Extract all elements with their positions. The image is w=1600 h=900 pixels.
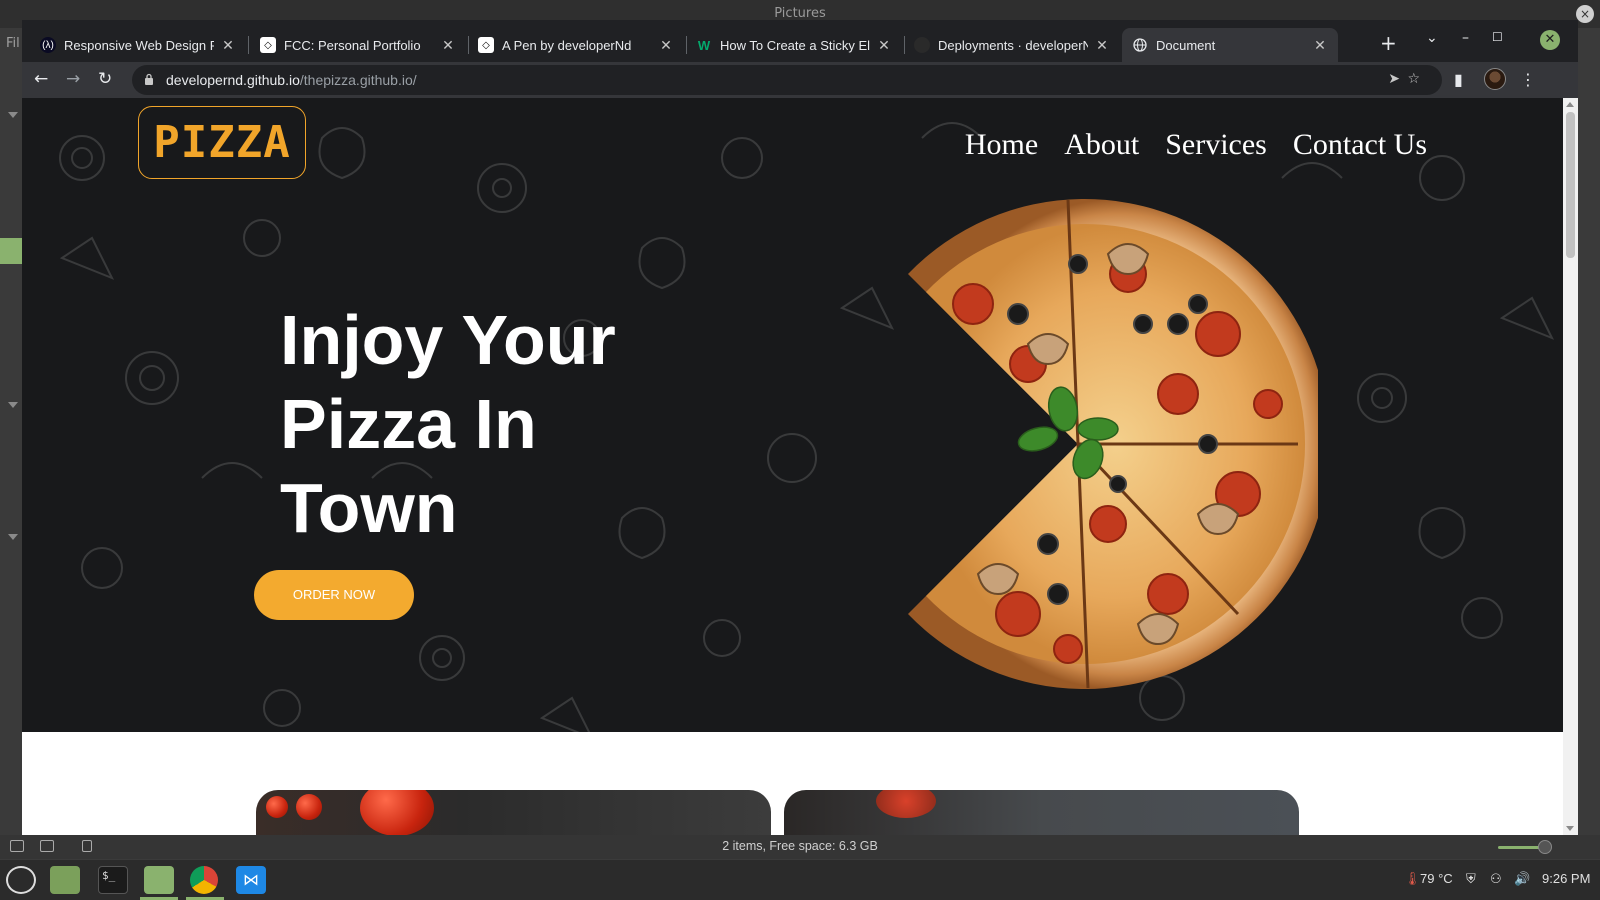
browser-window: (λ) Responsive Web Design Pr ✕ ◇ FCC: Pe… bbox=[22, 20, 1578, 835]
sauce-bowl-decoration bbox=[876, 790, 936, 818]
tomato-decoration bbox=[266, 796, 288, 818]
thermometer-icon: 🌡 bbox=[1404, 871, 1421, 886]
codepen-icon: ◇ bbox=[478, 37, 494, 53]
tab-title: How To Create a Sticky Ele bbox=[720, 37, 870, 53]
send-tab-icon[interactable]: ➤ bbox=[1388, 71, 1400, 87]
menu-card-image bbox=[256, 790, 771, 835]
url-text[interactable]: developernd.github.io/thepizza.github.io… bbox=[166, 72, 417, 88]
tab-title: Responsive Web Design Pr bbox=[64, 37, 214, 53]
tab-title: Deployments · developerN bbox=[938, 37, 1088, 53]
pizza-image bbox=[908, 199, 1318, 689]
site-logo[interactable]: PIZZA bbox=[138, 106, 306, 179]
tab-title: Document bbox=[1156, 37, 1216, 53]
zoom-slider-handle[interactable] bbox=[1538, 840, 1552, 854]
lock-icon[interactable] bbox=[144, 73, 154, 85]
shield-icon[interactable]: ⛨ bbox=[1466, 871, 1476, 887]
close-tab-icon[interactable]: ✕ bbox=[440, 37, 456, 54]
address-bar[interactable]: developernd.github.io/thepizza.github.io… bbox=[132, 65, 1442, 95]
file-manager-menu-label[interactable]: Fil bbox=[6, 36, 20, 51]
temperature-readout[interactable]: 79 °C bbox=[1420, 871, 1453, 886]
file-manager-close-button[interactable]: × bbox=[1576, 5, 1594, 23]
close-tab-icon[interactable]: ✕ bbox=[876, 37, 892, 54]
mint-menu-icon[interactable] bbox=[6, 866, 36, 894]
forward-icon[interactable]: → bbox=[66, 69, 80, 89]
main-nav: Home About Services Contact Us bbox=[965, 128, 1427, 162]
nav-link-about[interactable]: About bbox=[1064, 128, 1139, 162]
tab-fcc-personal-portfolio[interactable]: ◇ FCC: Personal Portfolio ✕ bbox=[250, 28, 466, 62]
files-icon[interactable] bbox=[144, 866, 174, 894]
nav-link-home[interactable]: Home bbox=[965, 128, 1038, 162]
tomato-decoration bbox=[296, 794, 322, 820]
network-icon[interactable]: ⚇ bbox=[1490, 871, 1502, 887]
order-now-button[interactable]: ORDER NOW bbox=[254, 570, 414, 620]
sidebar-collapse-icon[interactable] bbox=[8, 534, 18, 540]
volume-icon[interactable]: 🔊 bbox=[1514, 871, 1530, 887]
codepen-icon: ◇ bbox=[260, 37, 276, 53]
maximize-icon[interactable]: ☐ bbox=[1492, 30, 1503, 44]
taskbar: $_ ⋈ 🌡 79 °C ⛨ ⚇ 🔊 9:26 PM bbox=[0, 859, 1600, 900]
tab-search-icon[interactable]: ⌄ bbox=[1426, 30, 1438, 46]
freecodecamp-icon: (λ) bbox=[40, 37, 56, 53]
show-desktop-icon[interactable] bbox=[50, 866, 80, 894]
browser-toolbar: ← → ↻ developernd.github.io/thepizza.git… bbox=[22, 62, 1578, 98]
tab-strip: (λ) Responsive Web Design Pr ✕ ◇ FCC: Pe… bbox=[22, 20, 1578, 62]
back-icon[interactable]: ← bbox=[34, 69, 48, 89]
close-tab-icon[interactable]: ✕ bbox=[658, 37, 674, 54]
globe-icon bbox=[1132, 37, 1148, 53]
hero-section: PIZZA Home About Services Contact Us Inj… bbox=[22, 98, 1563, 732]
file-manager-statusbar: 2 items, Free space: 6.3 GB bbox=[0, 835, 1600, 859]
close-tab-icon[interactable]: ✕ bbox=[1094, 37, 1110, 54]
terminal-icon[interactable]: $_ bbox=[98, 866, 128, 894]
sidebar-selection-marker bbox=[0, 238, 22, 264]
tab-responsive-web-design[interactable]: (λ) Responsive Web Design Pr ✕ bbox=[30, 28, 246, 62]
bookmark-star-icon[interactable]: ☆ bbox=[1407, 71, 1420, 87]
tab-pen-by-developernd[interactable]: ◇ A Pen by developerNd ✕ bbox=[468, 28, 684, 62]
chrome-icon[interactable] bbox=[190, 866, 218, 894]
side-panel-icon[interactable]: ▮ bbox=[1454, 70, 1463, 89]
scroll-up-icon[interactable] bbox=[1566, 102, 1574, 107]
new-tab-button[interactable]: + bbox=[1380, 31, 1397, 55]
tab-title: FCC: Personal Portfolio bbox=[284, 37, 421, 53]
reload-icon[interactable]: ↻ bbox=[98, 69, 112, 89]
menu-card-image bbox=[784, 790, 1299, 835]
nav-link-services[interactable]: Services bbox=[1165, 128, 1267, 162]
close-tab-icon[interactable]: ✕ bbox=[220, 37, 236, 54]
tomato-decoration bbox=[360, 790, 434, 835]
hero-headline: Injoy Your Pizza In Town bbox=[280, 301, 616, 547]
page-scrollbar[interactable] bbox=[1563, 98, 1578, 835]
vscode-icon[interactable]: ⋈ bbox=[236, 866, 266, 894]
scrollbar-thumb[interactable] bbox=[1566, 112, 1575, 258]
tab-divider bbox=[248, 36, 249, 54]
close-tab-icon[interactable]: ✕ bbox=[1312, 37, 1328, 54]
tab-sticky-element[interactable]: W How To Create a Sticky Ele ✕ bbox=[686, 28, 902, 62]
page-viewport: PIZZA Home About Services Contact Us Inj… bbox=[22, 98, 1578, 835]
sidebar-collapse-icon[interactable] bbox=[8, 112, 18, 118]
clock[interactable]: 9:26 PM bbox=[1542, 871, 1590, 886]
profile-avatar[interactable] bbox=[1484, 68, 1506, 90]
food-doodle-pattern bbox=[59, 122, 1555, 732]
tab-document[interactable]: Document ✕ bbox=[1122, 28, 1338, 62]
tab-title: A Pen by developerNd bbox=[502, 37, 632, 53]
minimize-icon[interactable]: – bbox=[1462, 30, 1469, 46]
menu-kebab-icon[interactable]: ⋮ bbox=[1520, 70, 1536, 89]
status-text: 2 items, Free space: 6.3 GB bbox=[722, 839, 878, 853]
tab-deployments[interactable]: Deployments · developerN ✕ bbox=[904, 28, 1120, 62]
nav-link-contact-us[interactable]: Contact Us bbox=[1293, 128, 1427, 162]
sidebar-collapse-icon[interactable] bbox=[8, 402, 18, 408]
scroll-down-icon[interactable] bbox=[1566, 826, 1574, 831]
github-icon bbox=[914, 37, 930, 53]
close-window-button[interactable]: ✕ bbox=[1540, 30, 1560, 50]
w3schools-icon: W bbox=[697, 37, 711, 53]
